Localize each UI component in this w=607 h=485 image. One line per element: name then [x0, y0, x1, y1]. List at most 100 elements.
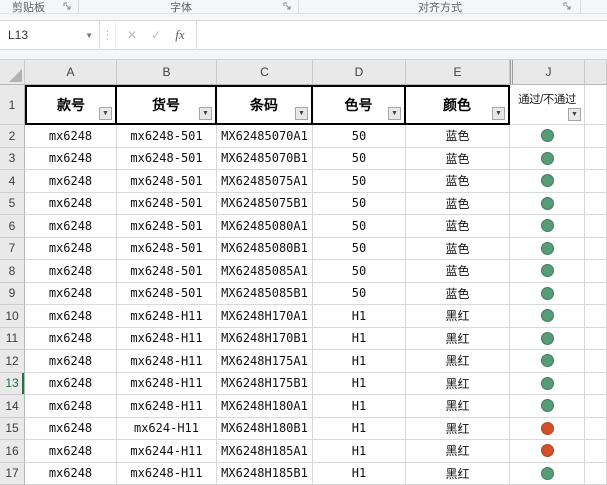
chevron-down-icon[interactable]: ▼: [85, 31, 93, 40]
column-header-b[interactable]: B: [117, 60, 217, 85]
cell-e2[interactable]: 蓝色: [406, 125, 510, 148]
column-header-e[interactable]: E: [406, 60, 510, 85]
cell-b13[interactable]: mx6248-H11: [117, 372, 217, 395]
cell-b6[interactable]: mx6248-501: [117, 215, 217, 238]
cell-j14[interactable]: [510, 395, 585, 418]
empty-cell[interactable]: [585, 125, 607, 148]
cell-e8[interactable]: 蓝色: [406, 260, 510, 283]
row-header[interactable]: 17: [0, 462, 25, 485]
cell-c15[interactable]: MX6248H180B1: [217, 417, 313, 440]
cell-e14[interactable]: 黑红: [406, 395, 510, 418]
empty-cell[interactable]: [585, 372, 607, 395]
cell-e3[interactable]: 蓝色: [406, 147, 510, 170]
empty-cell[interactable]: [585, 260, 607, 283]
cancel-icon[interactable]: ✕: [120, 28, 144, 42]
cell-j16[interactable]: [510, 440, 585, 463]
cell-d15[interactable]: H1: [313, 417, 406, 440]
cell-c13[interactable]: MX6248H175B1: [217, 372, 313, 395]
cell-j15[interactable]: [510, 417, 585, 440]
column-header-a[interactable]: A: [25, 60, 117, 85]
cell-d14[interactable]: H1: [313, 395, 406, 418]
header-cell-a1[interactable]: 款号 ▼: [25, 85, 117, 125]
cell-a2[interactable]: mx6248: [25, 125, 117, 148]
cell-b5[interactable]: mx6248-501: [117, 192, 217, 215]
cell-e6[interactable]: 蓝色: [406, 215, 510, 238]
filter-dropdown-icon[interactable]: ▼: [199, 107, 212, 120]
cell-b14[interactable]: mx6248-H11: [117, 395, 217, 418]
header-cell-j1[interactable]: 通过/不通过 ▼: [510, 85, 585, 125]
cell-j10[interactable]: [510, 305, 585, 328]
dialog-launcher-icon[interactable]: [62, 1, 73, 12]
cell-b12[interactable]: mx6248-H11: [117, 350, 217, 373]
cell-e17[interactable]: 黑红: [406, 462, 510, 485]
empty-cell[interactable]: [585, 327, 607, 350]
empty-cell[interactable]: [585, 237, 607, 260]
cell-c6[interactable]: MX62485080A1: [217, 215, 313, 238]
select-all-corner[interactable]: [0, 60, 25, 85]
cell-j2[interactable]: [510, 125, 585, 148]
row-header[interactable]: 14: [0, 395, 25, 418]
row-header[interactable]: 12: [0, 350, 25, 373]
cell-j3[interactable]: [510, 147, 585, 170]
header-cell-c1[interactable]: 条码 ▼: [217, 85, 313, 125]
cell-d13[interactable]: H1: [313, 372, 406, 395]
cell-a4[interactable]: mx6248: [25, 170, 117, 193]
cell-c14[interactable]: MX6248H180A1: [217, 395, 313, 418]
cell-e13[interactable]: 黑红: [406, 372, 510, 395]
formula-input[interactable]: [197, 21, 607, 49]
cell-c7[interactable]: MX62485080B1: [217, 237, 313, 260]
cell-j7[interactable]: [510, 237, 585, 260]
formula-bar-drag-handle[interactable]: ⋮: [100, 21, 116, 49]
cell-b4[interactable]: mx6248-501: [117, 170, 217, 193]
empty-cell[interactable]: [585, 462, 607, 485]
row-header[interactable]: 2: [0, 125, 25, 148]
row-header[interactable]: 16: [0, 440, 25, 463]
cell-b11[interactable]: mx6248-H11: [117, 327, 217, 350]
cell-e16[interactable]: 黑红: [406, 440, 510, 463]
cell-d8[interactable]: 50: [313, 260, 406, 283]
row-header[interactable]: 3: [0, 147, 25, 170]
cell-j12[interactable]: [510, 350, 585, 373]
filter-dropdown-icon[interactable]: ▼: [388, 107, 401, 120]
empty-cell[interactable]: [585, 85, 607, 125]
enter-icon[interactable]: ✓: [144, 28, 168, 42]
empty-cell[interactable]: [585, 282, 607, 305]
empty-cell[interactable]: [585, 170, 607, 193]
dialog-launcher-icon[interactable]: [282, 1, 293, 12]
empty-cell[interactable]: [585, 147, 607, 170]
header-cell-b1[interactable]: 货号 ▼: [117, 85, 217, 125]
row-header[interactable]: 5: [0, 192, 25, 215]
cell-e7[interactable]: 蓝色: [406, 237, 510, 260]
cell-a10[interactable]: mx6248: [25, 305, 117, 328]
cell-c4[interactable]: MX62485075A1: [217, 170, 313, 193]
cell-j9[interactable]: [510, 282, 585, 305]
cell-a7[interactable]: mx6248: [25, 237, 117, 260]
cell-c12[interactable]: MX6248H175A1: [217, 350, 313, 373]
cell-c3[interactable]: MX62485070B1: [217, 147, 313, 170]
cell-j8[interactable]: [510, 260, 585, 283]
column-header-c[interactable]: C: [217, 60, 313, 85]
cell-c10[interactable]: MX6248H170A1: [217, 305, 313, 328]
empty-cell[interactable]: [585, 417, 607, 440]
cell-a13[interactable]: mx6248: [25, 372, 117, 395]
cell-b7[interactable]: mx6248-501: [117, 237, 217, 260]
cell-b10[interactable]: mx6248-H11: [117, 305, 217, 328]
cell-c17[interactable]: MX6248H185B1: [217, 462, 313, 485]
filter-dropdown-icon[interactable]: ▼: [295, 107, 308, 120]
row-header[interactable]: 10: [0, 305, 25, 328]
cell-d4[interactable]: 50: [313, 170, 406, 193]
cell-e10[interactable]: 黑红: [406, 305, 510, 328]
cell-a11[interactable]: mx6248: [25, 327, 117, 350]
cell-d10[interactable]: H1: [313, 305, 406, 328]
column-header-d[interactable]: D: [313, 60, 406, 85]
cell-b16[interactable]: mx6244-H11: [117, 440, 217, 463]
cell-a6[interactable]: mx6248: [25, 215, 117, 238]
empty-cell[interactable]: [585, 305, 607, 328]
row-header[interactable]: 9: [0, 282, 25, 305]
column-header-j[interactable]: J: [510, 60, 585, 85]
cell-a8[interactable]: mx6248: [25, 260, 117, 283]
cell-j4[interactable]: [510, 170, 585, 193]
cell-d6[interactable]: 50: [313, 215, 406, 238]
row-header[interactable]: 1: [0, 85, 25, 125]
cell-a9[interactable]: mx6248: [25, 282, 117, 305]
